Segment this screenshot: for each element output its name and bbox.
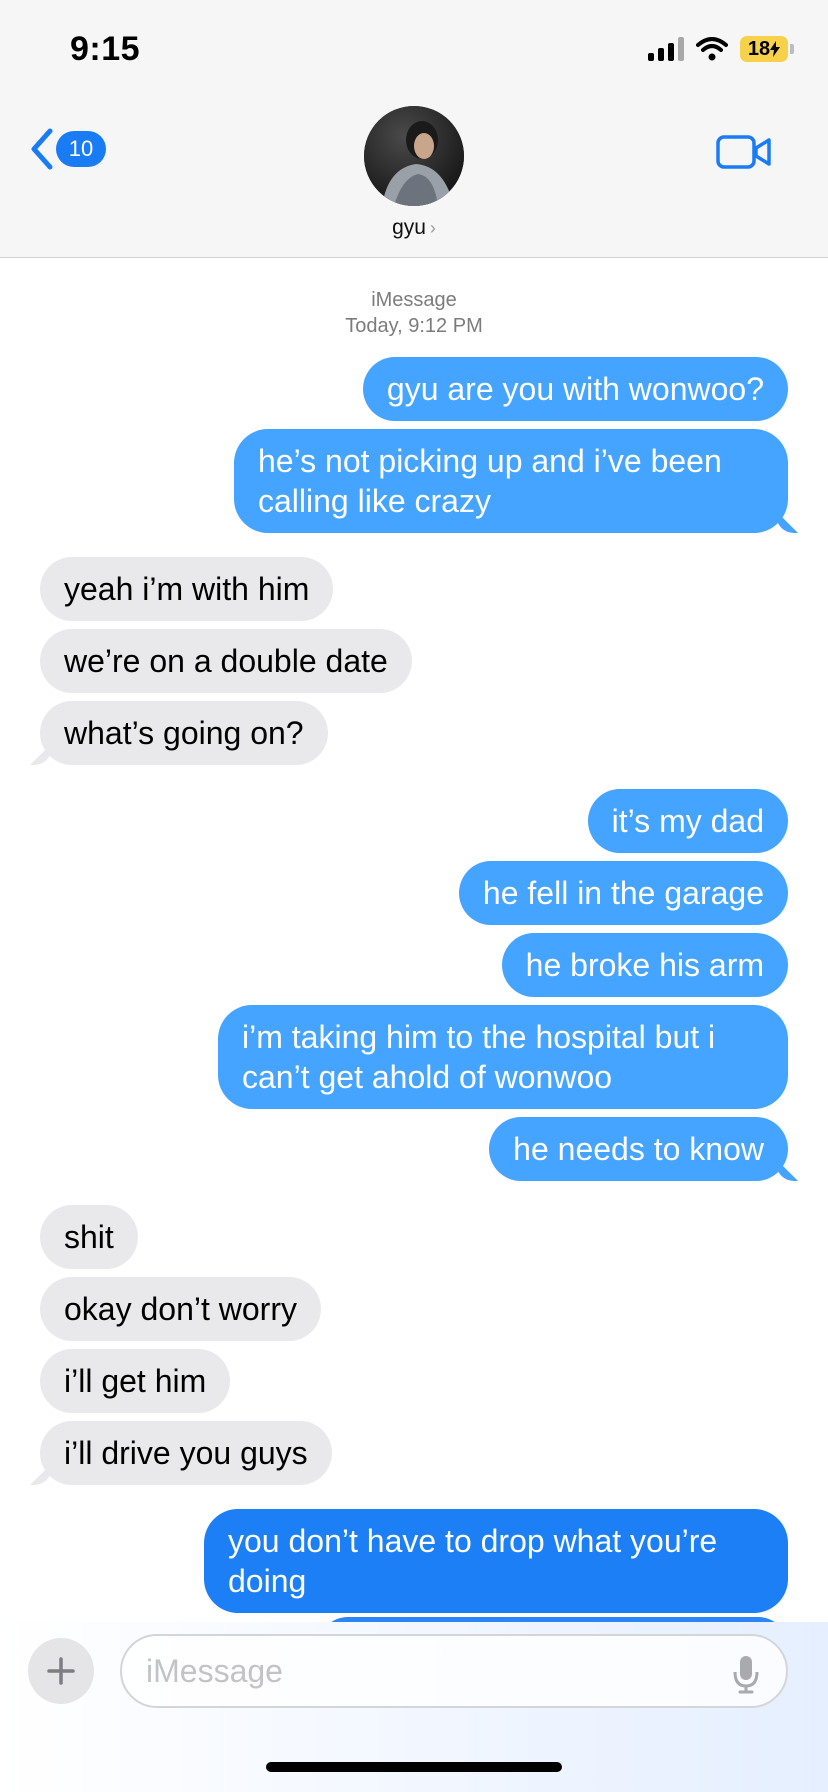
message-bubble-sent[interactable]: he needs to know	[489, 1117, 788, 1181]
status-time: 9:15	[70, 30, 141, 68]
message-bubble-received[interactable]: shit	[40, 1205, 138, 1269]
message-text: okay don’t worry	[64, 1291, 297, 1327]
message-text: yeah i’m with him	[64, 571, 310, 607]
contact-avatar[interactable]	[364, 106, 464, 206]
conversation-timestamp: Today, 9:12 PM	[345, 315, 483, 337]
message-bubble-sent[interactable]: i’m taking him to the hospital but i can…	[218, 1005, 788, 1109]
charging-bolt-icon	[770, 41, 781, 57]
message-text: we’re on a double date	[64, 643, 388, 679]
message-bubble-received[interactable]: i’ll drive you guys	[40, 1421, 332, 1485]
message-text: it’s my dad	[611, 803, 764, 839]
message-bubble-received[interactable]: what’s going on?	[40, 701, 328, 765]
message-text: i’m taking him to the hospital but i can…	[242, 1019, 716, 1095]
message-text: gyu are you with wonwoo?	[386, 371, 764, 407]
contact-name-link[interactable]: gyu ›	[0, 216, 828, 240]
message-bubble-sent[interactable]: you don’t have to drop what you’re doing	[204, 1509, 788, 1613]
message-text: he fell in the garage	[482, 875, 764, 911]
message-text: he broke his arm	[525, 947, 764, 983]
transcript-header: iMessage Today, 9:12 PM	[0, 287, 828, 339]
home-indicator[interactable]	[266, 1762, 562, 1772]
message-text: i’ll get him	[64, 1363, 207, 1399]
message-bubble-received[interactable]: okay don’t worry	[40, 1277, 321, 1341]
status-icons: 18	[648, 34, 794, 64]
message-text: you don’t have to drop what you’re doing	[228, 1523, 718, 1599]
message-text: he’s not picking up and i’ve been callin…	[258, 443, 722, 519]
battery-icon: 18	[740, 36, 794, 62]
microphone-icon[interactable]	[732, 1654, 760, 1694]
message-text: what’s going on?	[64, 715, 304, 751]
message-bubble-sent[interactable]: it’s my dad	[587, 789, 788, 853]
back-button[interactable]: 10	[30, 128, 106, 170]
chevron-right-icon: ›	[429, 218, 436, 238]
message-text: he needs to know	[513, 1131, 764, 1167]
message-input-field[interactable]	[120, 1634, 788, 1708]
message-bubble-sent[interactable]: he’s not picking up and i’ve been callin…	[234, 429, 788, 533]
message-text: i’ll drive you guys	[64, 1435, 308, 1471]
message-bubble-received[interactable]: i’ll get him	[40, 1349, 231, 1413]
avatar-image	[364, 106, 464, 206]
video-camera-icon[interactable]	[716, 134, 772, 170]
cellular-signal-icon	[648, 37, 684, 61]
service-label: iMessage	[371, 289, 457, 311]
plus-icon	[47, 1657, 75, 1685]
message-bubble-sent[interactable]: he broke his arm	[501, 933, 788, 997]
message-bubble-received[interactable]: yeah i’m with him	[40, 557, 334, 621]
unread-count-badge: 10	[56, 131, 106, 167]
message-bubble-sent[interactable]: gyu are you with wonwoo?	[362, 357, 788, 421]
message-input[interactable]	[146, 1650, 706, 1692]
battery-level: 18	[747, 37, 771, 60]
wifi-icon	[696, 37, 728, 61]
message-bubble-received[interactable]: we’re on a double date	[40, 629, 412, 693]
add-attachment-button[interactable]	[28, 1638, 94, 1704]
status-bar: 9:15 18	[0, 0, 828, 100]
message-bubble-sent[interactable]: he fell in the garage	[458, 861, 788, 925]
message-text: shit	[64, 1219, 114, 1255]
contact-name: gyu	[392, 216, 426, 239]
chevron-left-icon	[31, 128, 53, 170]
